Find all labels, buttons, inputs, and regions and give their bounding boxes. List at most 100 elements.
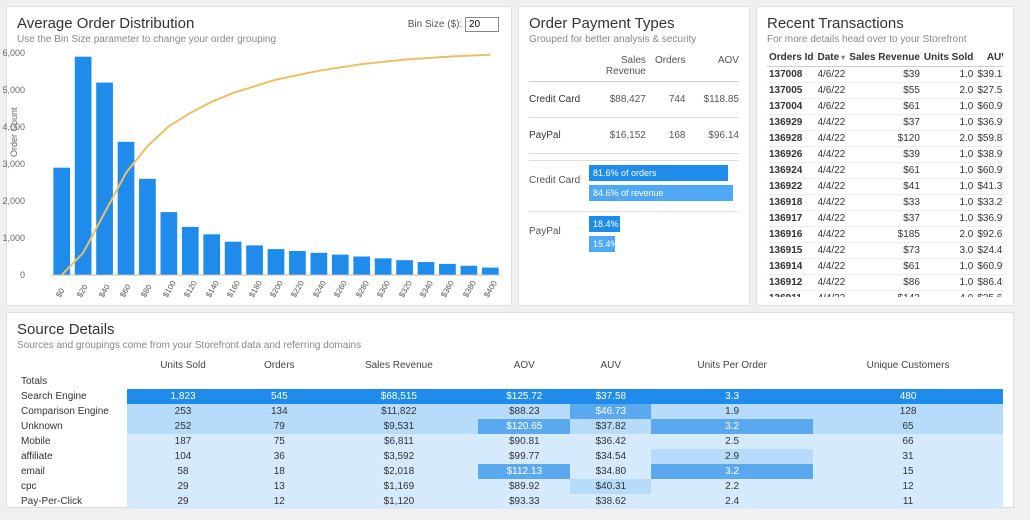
cell-units: 1.0 — [922, 211, 975, 227]
payment-name: PayPal — [529, 126, 592, 145]
table-row[interactable]: Unknown25279$9,531$120.65$37.823.265 — [17, 419, 1003, 434]
transactions-scroll[interactable]: Orders Id Date▾ Sales Revenue Units Sold… — [767, 49, 1003, 297]
table-row[interactable]: 1369114/4/22$1434.0$35.69 — [767, 291, 1003, 298]
table-row[interactable]: email5818$2,018$112.13$34.803.215 — [17, 464, 1003, 479]
table-row[interactable]: 1370054/6/22$552.0$27.52 — [767, 83, 1003, 99]
x-tick: $300 — [375, 279, 392, 299]
cell-auv: $86.40 — [975, 275, 1003, 291]
cell-date: 4/4/22 — [815, 115, 847, 131]
col-units-sold[interactable]: Units Sold — [922, 49, 975, 67]
x-tick: $360 — [440, 279, 457, 299]
x-tick: $340 — [418, 279, 435, 299]
col-auv[interactable]: AUV — [975, 49, 1003, 67]
table-row[interactable]: 1369124/4/22$861.0$86.40 — [767, 275, 1003, 291]
order-payment-types-panel: Order Payment Types Grouped for better a… — [518, 6, 750, 306]
source-col-header[interactable]: AOV — [478, 357, 570, 374]
cell-units: 2.0 — [922, 131, 975, 147]
y-tick: 1,000 — [2, 233, 25, 243]
cell-auv: $59.84 — [975, 131, 1003, 147]
payment-row[interactable]: PayPal$16,152168$96.14 — [529, 118, 739, 154]
table-row[interactable]: affiliate10436$3,592$99.77$34.542.931 — [17, 449, 1003, 464]
cell-id: 137008 — [767, 67, 815, 83]
table-row[interactable]: Mobile18775$6,811$90.81$36.422.566 — [17, 434, 1003, 449]
cell-units: 2.0 — [922, 83, 975, 99]
payment-row[interactable]: Credit Card$88,427744$118.85 — [529, 82, 739, 118]
table-row[interactable]: cpc2913$1,169$89.92$40.312.212 — [17, 479, 1003, 494]
table-row[interactable]: 1369224/4/22$411.0$41.39 — [767, 179, 1003, 195]
payment-revenue: $88,427 — [592, 90, 645, 109]
table-row[interactable]: Comparison Engine253134$11,822$88.23$46.… — [17, 404, 1003, 419]
panel-title: Order Payment Types — [529, 15, 739, 32]
orders-share-bar: 81.6% of orders — [589, 165, 728, 181]
table-row[interactable]: 1369244/4/22$611.0$60.99 — [767, 163, 1003, 179]
source-details-table: Units SoldOrdersSales RevenueAOVAUVUnits… — [17, 357, 1003, 509]
histogram-bar — [439, 264, 456, 275]
source-col-header[interactable]: Sales Revenue — [320, 357, 479, 374]
cell-auv: $34.80 — [570, 464, 651, 479]
x-tick: $380 — [461, 279, 478, 299]
x-tick: $400 — [482, 279, 499, 299]
x-tick: $120 — [182, 279, 199, 299]
cell-unique-customers: 11 — [813, 494, 1003, 509]
x-tick: $40 — [97, 283, 111, 299]
source-col-header[interactable]: Units Sold — [127, 357, 239, 374]
table-row[interactable]: 1369154/4/22$733.0$24.49 — [767, 243, 1003, 259]
source-col-header[interactable] — [17, 357, 127, 374]
table-row[interactable]: 1370044/6/22$611.0$60.99 — [767, 99, 1003, 115]
table-row[interactable]: 1369144/4/22$611.0$60.99 — [767, 259, 1003, 275]
payment-bar-label: PayPal — [529, 216, 589, 237]
cell-aov: $120.65 — [478, 419, 570, 434]
table-row[interactable]: 1369164/4/22$1852.0$92.62 — [767, 227, 1003, 243]
y-tick: 5,000 — [2, 85, 25, 95]
col-sales-revenue[interactable]: Sales Revenue — [592, 51, 645, 81]
histogram-bar — [375, 258, 392, 275]
cell-auv: $33.29 — [975, 195, 1003, 211]
cell-id: 136916 — [767, 227, 815, 243]
totals-label: Totals — [17, 374, 127, 389]
cell-aov: $99.77 — [478, 449, 570, 464]
cell-upo: 2.4 — [651, 494, 813, 509]
col-orders-id[interactable]: Orders Id — [767, 49, 815, 67]
cell-date: 4/4/22 — [815, 243, 847, 259]
panel-subtitle: Use the Bin Size parameter to change you… — [17, 34, 501, 45]
x-tick: $140 — [204, 279, 221, 299]
cell-revenue: $39 — [847, 147, 922, 163]
table-row[interactable]: 1369264/4/22$391.0$38.99 — [767, 147, 1003, 163]
cell-source: Mobile — [17, 434, 127, 449]
col-date[interactable]: Date▾ — [815, 49, 847, 67]
payment-bar-group: PayPal18.4% of orders15.4% of revenue — [529, 211, 739, 256]
cell-units: 1.0 — [922, 99, 975, 115]
cell-units: 1.0 — [922, 259, 975, 275]
source-col-header[interactable]: Unique Customers — [813, 357, 1003, 374]
cell-id: 136922 — [767, 179, 815, 195]
table-row[interactable]: 1370084/6/22$391.0$39.14 — [767, 67, 1003, 83]
bin-size-input[interactable] — [465, 17, 499, 32]
cell-id: 136912 — [767, 275, 815, 291]
table-row[interactable]: 1369174/4/22$371.0$36.99 — [767, 211, 1003, 227]
table-row[interactable]: Search Engine1,823545$68,515$125.72$37.5… — [17, 389, 1003, 404]
cell-upo: 2.9 — [651, 449, 813, 464]
cell-revenue: $143 — [847, 291, 922, 298]
cell-id: 136926 — [767, 147, 815, 163]
col-aov[interactable]: AOV — [686, 51, 739, 81]
col-sales-revenue[interactable]: Sales Revenue — [847, 49, 922, 67]
revenue-share-bar: 15.4% of revenue — [589, 236, 615, 252]
cell-source: Search Engine — [17, 389, 127, 404]
table-row[interactable]: 1369284/4/22$1202.0$59.84 — [767, 131, 1003, 147]
payment-bar-group: Credit Card81.6% of orders84.6% of reven… — [529, 160, 739, 205]
y-tick: 6,000 — [2, 48, 25, 58]
table-row[interactable]: Pay-Per-Click2912$1,120$93.33$38.622.411 — [17, 494, 1003, 509]
x-tick: $220 — [290, 279, 307, 299]
col-orders[interactable]: Orders — [646, 51, 686, 81]
cell-units: 1.0 — [922, 147, 975, 163]
source-col-header[interactable]: AUV — [570, 357, 651, 374]
cell-auv: $38.99 — [975, 147, 1003, 163]
table-row[interactable]: 1369184/4/22$331.0$33.29 — [767, 195, 1003, 211]
source-col-header[interactable]: Orders — [239, 357, 320, 374]
source-col-header[interactable]: Units Per Order — [651, 357, 813, 374]
cell-revenue: $39 — [847, 67, 922, 83]
cell-date: 4/4/22 — [815, 163, 847, 179]
cell-upo: 2.2 — [651, 479, 813, 494]
payment-aov: $96.14 — [686, 126, 739, 145]
table-row[interactable]: 1369294/4/22$371.0$36.99 — [767, 115, 1003, 131]
